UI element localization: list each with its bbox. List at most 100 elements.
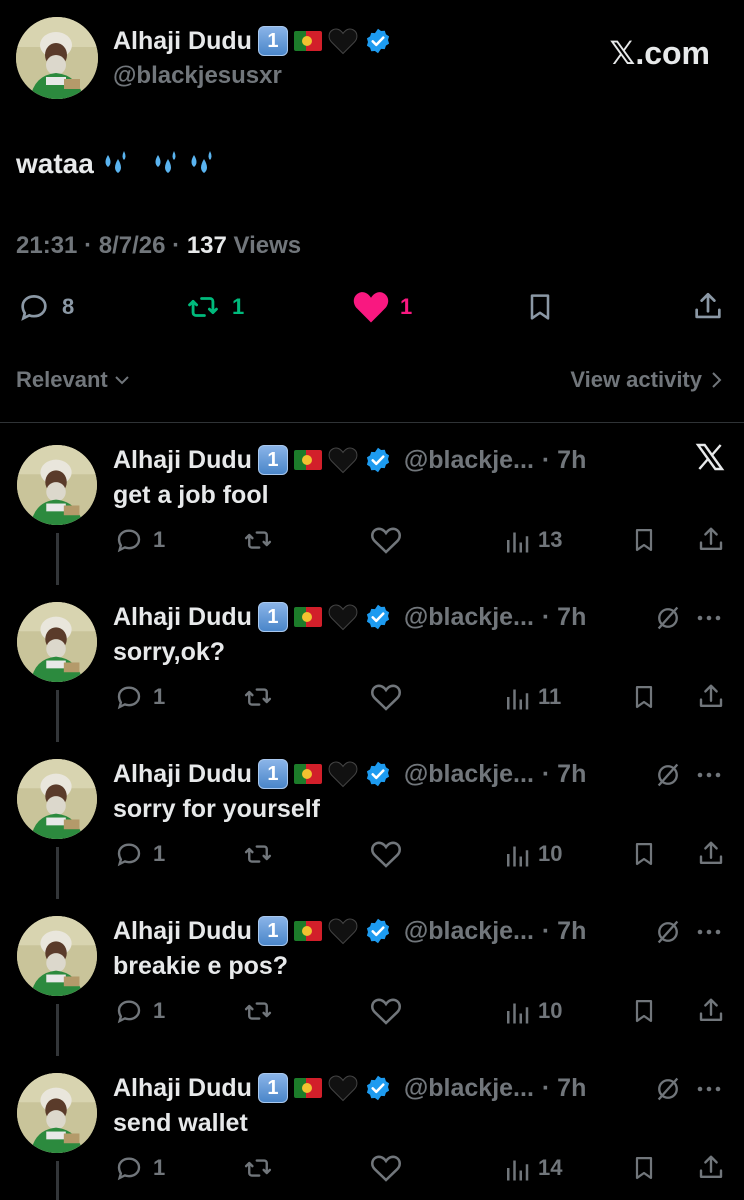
verified-badge-icon[interactable] [364, 603, 392, 631]
display-name[interactable]: Alhaji Dudu [113, 603, 252, 632]
like-count: 1 [400, 294, 413, 319]
like-button[interactable] [370, 839, 402, 869]
repost-button[interactable] [242, 682, 274, 712]
display-name[interactable]: Alhaji Dudu [113, 760, 252, 789]
views-button[interactable]: 10 [504, 996, 562, 1026]
analytics-icon [507, 532, 529, 553]
reply-author-row[interactable]: Alhaji Dudu 1 @blackje... · 7h [113, 600, 586, 634]
share-button[interactable] [696, 1153, 726, 1183]
author-handle[interactable]: @blackje... [404, 446, 534, 475]
heart-outline-icon [371, 841, 401, 868]
view-activity-link[interactable]: View activity [570, 367, 722, 393]
repost-button[interactable]: 1 [184, 290, 244, 324]
view-count: 13 [538, 527, 563, 552]
reply-item[interactable]: Alhaji Dudu 1 @blackje... · 7h get a job… [0, 425, 744, 585]
verified-badge-icon[interactable] [364, 760, 392, 788]
author-handle[interactable]: @blackje... [404, 1074, 534, 1103]
reply-item[interactable]: Alhaji Dudu 1 @blackje... · 7h sorry for… [0, 739, 744, 899]
reply-button[interactable]: 1 [113, 682, 165, 712]
chevron-down-icon [115, 376, 129, 385]
reply-item[interactable]: Alhaji Dudu 1 @blackje... · 7h sorry,ok?… [0, 582, 744, 742]
avatar[interactable] [17, 1073, 97, 1153]
verified-badge-icon[interactable] [364, 446, 392, 474]
like-button[interactable] [370, 996, 402, 1026]
reply-time[interactable]: · 7h [542, 760, 586, 789]
like-button[interactable] [370, 525, 402, 555]
views-button[interactable]: 11 [504, 682, 561, 712]
like-button[interactable] [370, 682, 402, 712]
avatar[interactable] [17, 602, 97, 682]
reply-time[interactable]: · 7h [542, 1074, 586, 1103]
share-button[interactable] [690, 290, 726, 324]
reply-button[interactable]: 1 [113, 839, 165, 869]
reply-time[interactable]: · 7h [542, 603, 586, 632]
grok-icon[interactable] [654, 604, 682, 632]
more-options-icon[interactable] [696, 1084, 722, 1094]
grok-icon[interactable] [654, 918, 682, 946]
repost-button[interactable] [242, 996, 274, 1026]
share-button[interactable] [696, 996, 726, 1026]
bookmark-button[interactable] [630, 682, 658, 712]
repost-button[interactable] [242, 839, 274, 869]
portugal-flag-icon [293, 31, 322, 51]
reply-author-row[interactable]: Alhaji Dudu 1 @blackje... · 7h [113, 914, 586, 948]
views-label: Views [233, 232, 302, 259]
reply-author-row[interactable]: Alhaji Dudu 1 @blackje... · 7h [113, 443, 586, 477]
share-button[interactable] [696, 682, 726, 712]
reply-item[interactable]: Alhaji Dudu 1 @blackje... · 7h breakie e… [0, 896, 744, 1056]
tweet-time[interactable]: 21:31 [16, 232, 77, 259]
author-handle[interactable]: @blackje... [404, 760, 534, 789]
black-heart-icon [328, 28, 358, 55]
views-button[interactable]: 14 [504, 1153, 562, 1183]
avatar-image [17, 916, 97, 996]
like-button[interactable]: 1 [352, 290, 412, 324]
share-icon [699, 998, 723, 1021]
more-options-icon[interactable] [696, 927, 722, 937]
display-name[interactable]: Alhaji Dudu [113, 27, 252, 56]
bookmark-button[interactable] [630, 839, 658, 869]
verified-badge-icon[interactable] [364, 27, 392, 55]
author-name-row[interactable]: Alhaji Dudu 1 [113, 24, 392, 58]
author-handle[interactable]: @blackje... [404, 603, 534, 632]
bookmark-button[interactable] [630, 525, 658, 555]
bookmark-button[interactable] [630, 996, 658, 1026]
grok-icon[interactable] [654, 761, 682, 789]
reply-button[interactable]: 1 [113, 525, 165, 555]
tweet-date[interactable]: 8/7/26 [99, 232, 166, 259]
reply-button[interactable]: 1 [113, 996, 165, 1026]
more-options-icon[interactable] [696, 770, 722, 780]
reply-button[interactable]: 8 [16, 290, 74, 324]
display-name[interactable]: Alhaji Dudu [113, 446, 252, 475]
grok-icon[interactable] [654, 1075, 682, 1103]
reply-text: get a job fool [113, 481, 269, 509]
sort-dropdown[interactable]: Relevant [16, 367, 130, 393]
views-button[interactable]: 13 [504, 525, 562, 555]
reply-time[interactable]: · 7h [542, 446, 586, 475]
reply-time[interactable]: · 7h [542, 917, 586, 946]
sweat-droplets-icon [155, 151, 176, 173]
reply-button[interactable]: 1 [113, 1153, 165, 1183]
author-handle[interactable]: @blackje... [404, 917, 534, 946]
avatar[interactable] [17, 916, 97, 996]
avatar[interactable] [17, 759, 97, 839]
share-button[interactable] [696, 525, 726, 555]
reply-author-row[interactable]: Alhaji Dudu 1 @blackje... · 7h [113, 757, 586, 791]
views-button[interactable]: 10 [504, 839, 562, 869]
share-button[interactable] [696, 839, 726, 869]
repost-button[interactable] [242, 525, 274, 555]
display-name[interactable]: Alhaji Dudu [113, 917, 252, 946]
repost-button[interactable] [242, 1153, 274, 1183]
reply-count: 1 [153, 527, 166, 552]
verified-badge-icon[interactable] [364, 917, 392, 945]
verified-badge-icon[interactable] [364, 1074, 392, 1102]
author-handle[interactable]: @blackjesusxr [113, 62, 282, 90]
avatar[interactable] [17, 445, 97, 525]
avatar[interactable] [16, 17, 98, 99]
reply-item[interactable]: Alhaji Dudu 1 @blackje... · 7h send wall… [0, 1053, 744, 1200]
more-options-icon[interactable] [696, 613, 722, 623]
like-button[interactable] [370, 1153, 402, 1183]
bookmark-button[interactable] [524, 290, 556, 324]
reply-author-row[interactable]: Alhaji Dudu 1 @blackje... · 7h [113, 1071, 586, 1105]
bookmark-button[interactable] [630, 1153, 658, 1183]
display-name[interactable]: Alhaji Dudu [113, 1074, 252, 1103]
